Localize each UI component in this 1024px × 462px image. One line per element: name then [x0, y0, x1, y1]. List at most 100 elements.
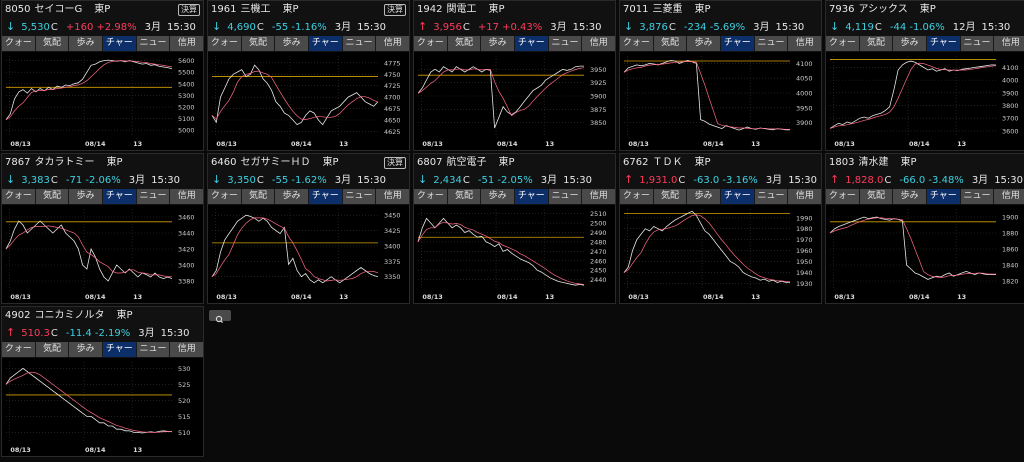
tab-news[interactable]: ニュース — [342, 36, 377, 63]
arrow-up-icon: ↑ — [418, 20, 428, 33]
tab-news[interactable]: ニュース — [548, 36, 583, 63]
intraday-chart[interactable]: 1900 1880 1860 1840 1820 08/13 08/14 13 — [826, 205, 1024, 303]
intraday-chart[interactable]: 3450 3425 3400 3375 3350 08/13 08/14 13 — [208, 205, 409, 303]
quote-time: 15:30 — [357, 175, 386, 186]
tab-chart[interactable]: チャート — [103, 189, 137, 216]
tab-shinyo[interactable]: 信用 — [582, 189, 615, 204]
tab-ayumi[interactable]: 歩み — [69, 36, 104, 51]
tab-chart[interactable]: チャート — [515, 189, 549, 216]
tab-ayumi[interactable]: 歩み — [481, 36, 516, 51]
tab-kehai[interactable]: 気配 — [653, 189, 688, 204]
tab-quote[interactable]: クォート — [620, 189, 654, 216]
intraday-chart[interactable]: 2510 250024902480 24702460 24502440 08/13 08/… — [414, 205, 615, 303]
intraday-chart[interactable]: 4775 4750 4725 4700 4675 4650 4625 08/13 08/14 13 — [208, 52, 409, 150]
tab-quote[interactable]: クォート — [208, 189, 242, 216]
tab-ayumi[interactable]: 歩み — [69, 189, 104, 204]
tab-shinyo[interactable]: 信用 — [170, 36, 203, 51]
stock-panel-4902[interactable]: 4902 コニカミノルタ 東P ↑ 510.3C -11.4 -2.19% 3月 15:30 ク… — [1, 306, 204, 457]
tab-ayumi[interactable]: 歩み — [275, 189, 310, 204]
tab-shinyo[interactable]: 信用 — [788, 36, 821, 51]
stock-panel-1961[interactable]: 1961三機工東P決算↓4,690C-55 -1.16%3月15:30クォート気… — [207, 0, 410, 151]
tab-ayumi[interactable]: 歩み — [687, 36, 722, 51]
tab-shinyo[interactable]: 信用 — [788, 189, 821, 204]
x-tick-label: 13 — [133, 293, 142, 301]
stock-panel-8050[interactable]: 8050 セイコーG 東P 決算 ↓ 5,530C +160 +2.98% 3月 15:30 クォ… — [1, 0, 204, 151]
tab-shinyo[interactable]: 信用 — [170, 342, 203, 357]
intraday-chart[interactable]: 4100 4000 3900 3800 3700 3600 08/13 08/14 13 — [826, 52, 1024, 150]
tab-ayumi[interactable]: 歩み — [687, 189, 722, 204]
stock-panel-6807[interactable]: 6807航空電子東P ↓ 2,434C -51 -2.05% 3月 15:30 クォート気配… — [413, 153, 616, 304]
tab-chart[interactable]: チャート — [721, 36, 755, 63]
tab-chart[interactable]: チャート — [515, 36, 549, 63]
tab-kehai[interactable]: 気配 — [859, 36, 894, 51]
tab-kehai[interactable]: 気配 — [859, 189, 894, 204]
stock-name: アシックス — [858, 4, 908, 15]
tab-news[interactable]: ニュース — [548, 189, 583, 216]
intraday-chart[interactable]: 1990 1980 1970 1960 1950 1940 1930 08/13 08/14 13 — [620, 205, 821, 303]
stock-panel-1803[interactable]: 1803 清水建 東P ↑ 1,828.0C -66.0 -3.48% 3月 15:30 クォー… — [825, 153, 1024, 304]
intraday-chart[interactable]: 530 525 520 515 510 08/13 08/14 13 — [2, 358, 203, 456]
tab-quote[interactable]: クォート — [2, 36, 36, 63]
tab-news[interactable]: ニュース — [754, 189, 789, 216]
tab-news[interactable]: ニュース — [136, 342, 171, 369]
tab-news[interactable]: ニュース — [754, 36, 789, 63]
tab-chart[interactable]: チャート — [927, 189, 961, 216]
tab-news[interactable]: ニュース — [342, 189, 377, 216]
tab-shinyo[interactable]: 信用 — [994, 189, 1024, 204]
close-flag: C — [874, 22, 882, 33]
stock-panel-1942[interactable]: 1942関電工東P ↑ 3,956C +17 +0.43% 3月 15:30 クォート気配歩… — [413, 0, 616, 151]
tab-quote[interactable]: クォート — [414, 36, 448, 63]
stock-panel-7867[interactable]: 7867タカラトミー東P ↓ 3,383C -71 -2.06% 3月 15:30 クォート… — [1, 153, 204, 304]
tab-ayumi[interactable]: 歩み — [275, 36, 310, 51]
tab-ayumi[interactable]: 歩み — [893, 189, 928, 204]
tab-quote[interactable]: クォート — [208, 36, 242, 63]
tab-kehai[interactable]: 気配 — [241, 189, 276, 204]
tab-news[interactable]: ニュース — [136, 189, 171, 216]
tab-kehai[interactable]: 気配 — [447, 189, 482, 204]
earnings-badge[interactable]: 決算 — [178, 4, 200, 16]
tab-shinyo[interactable]: 信用 — [582, 36, 615, 51]
tab-kehai[interactable]: 気配 — [241, 36, 276, 51]
tab-kehai[interactable]: 気配 — [447, 36, 482, 51]
earnings-badge[interactable]: 決算 — [384, 157, 406, 169]
tab-shinyo[interactable]: 信用 — [170, 189, 203, 204]
tab-chart[interactable]: チャート — [309, 36, 343, 63]
tab-ayumi[interactable]: 歩み — [69, 342, 104, 357]
tab-kehai[interactable]: 気配 — [35, 36, 70, 51]
stock-panel-7936[interactable]: 7936アシックス東P ↓ 4,119C -44 -1.06% 12月 15:30 クォート… — [825, 0, 1024, 151]
tab-quote[interactable]: クォート — [414, 189, 448, 216]
intraday-chart[interactable]: 3950 3925 3900 3875 3850 08/13 08/14 13 — [414, 52, 615, 150]
tab-quote[interactable]: クォート — [2, 189, 36, 216]
tab-news[interactable]: ニュース — [960, 36, 995, 63]
tab-quote[interactable]: クォート — [826, 189, 860, 216]
tab-shinyo[interactable]: 信用 — [376, 36, 409, 51]
intraday-chart[interactable]: 3460 3440 3420 3400 3380 08/13 08/14 13 — [2, 205, 203, 303]
stock-name: 清水建 — [858, 157, 889, 168]
tab-chart[interactable]: チャート — [103, 342, 137, 369]
stock-panel-6762[interactable]: 6762 ＴＤＫ 東P ↑ 1,931.0C -63.0 -3.16% 3月 15:30 クォー… — [619, 153, 822, 304]
tab-quote[interactable]: クォート — [620, 36, 654, 63]
tab-chart[interactable]: チャート — [103, 36, 137, 63]
tab-quote[interactable]: クォート — [2, 342, 36, 369]
x-tick-label: 13 — [545, 293, 554, 301]
tab-news[interactable]: ニュース — [960, 189, 995, 216]
earnings-badge[interactable]: 決算 — [384, 4, 406, 16]
arrow-down-icon: ↓ — [6, 173, 16, 186]
tab-kehai[interactable]: 気配 — [35, 189, 70, 204]
tab-ayumi[interactable]: 歩み — [481, 189, 516, 204]
tab-shinyo[interactable]: 信用 — [994, 36, 1024, 51]
tab-chart[interactable]: チャート — [309, 189, 343, 216]
stock-panel-6460[interactable]: 6460 セガサミーＨＤ 東P 決算 ↓ 3,350C -55 -1.62% 3月 15:30 ク… — [207, 153, 410, 304]
tab-chart[interactable]: チャート — [927, 36, 961, 63]
stock-panel-7011[interactable]: 7011三菱重東P ↓ 3,876C -234 -5.69% 3月 15:30 クォート気配… — [619, 0, 822, 151]
tab-ayumi[interactable]: 歩み — [893, 36, 928, 51]
tab-kehai[interactable]: 気配 — [653, 36, 688, 51]
tab-chart[interactable]: チャート — [721, 189, 755, 216]
tab-news[interactable]: ニュース — [136, 36, 171, 63]
tab-kehai[interactable]: 気配 — [35, 342, 70, 357]
search-button[interactable] — [209, 310, 231, 324]
tab-shinyo[interactable]: 信用 — [376, 189, 409, 204]
tab-quote[interactable]: クォート — [826, 36, 860, 63]
intraday-chart[interactable]: 4100 4050 4000 3950 3900 08/13 08/14 13 — [620, 52, 821, 150]
intraday-chart[interactable]: 5600 5500 5400 5300 5200 5100 5000 08/13 08/14 13 — [2, 52, 203, 150]
